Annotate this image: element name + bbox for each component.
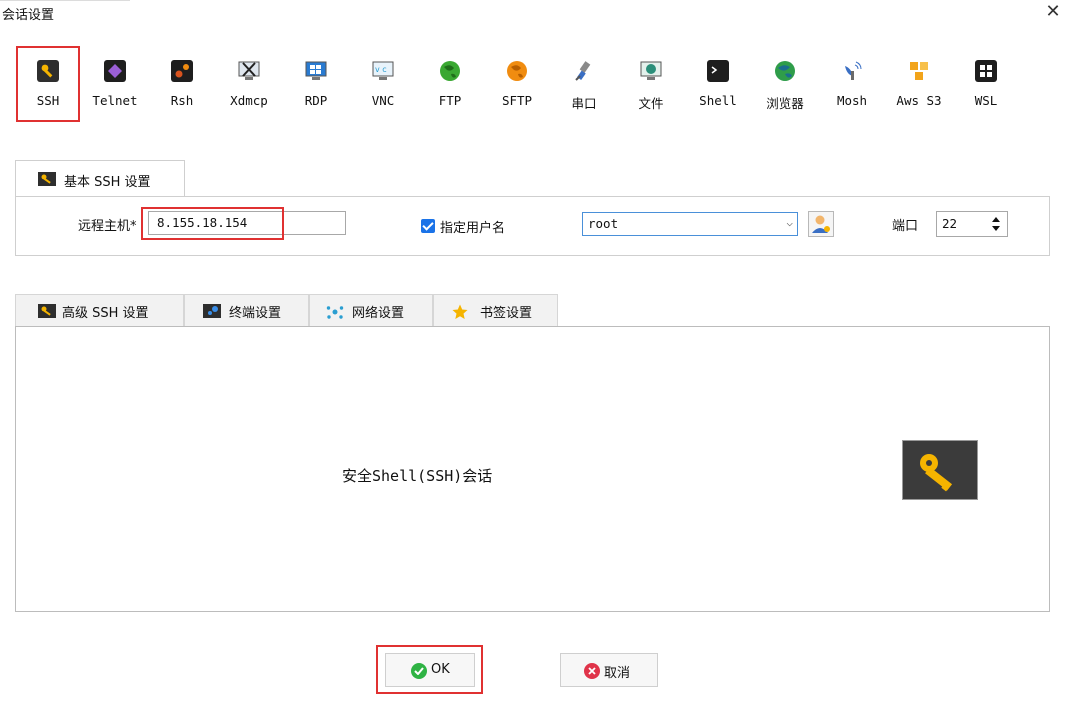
tab-advanced-ssh-settings[interactable]: 高级 SSH 设置 [15, 294, 184, 327]
protocol-ftp[interactable]: FTP [418, 46, 482, 122]
terminal-icon [707, 60, 729, 82]
key-icon [37, 60, 59, 82]
title-bar-accent [0, 0, 130, 1]
user-icon [812, 215, 830, 233]
close-icon: ✕ [1045, 1, 1061, 22]
tab-terminal-settings[interactable]: 终端设置 [184, 294, 309, 327]
specify-username-checkbox[interactable] [421, 219, 435, 233]
protocol-ssh[interactable]: SSH [16, 46, 80, 122]
serial-plug-icon [575, 61, 591, 81]
satellite-icon [845, 61, 862, 80]
protocol-aws-s3[interactable]: Aws S3 [887, 46, 951, 122]
protocol-selector: SSH Telnet Rsh Xdmcp RDP v c VNC FTP SFT… [14, 46, 1054, 124]
tab-network-settings[interactable]: 网络设置 [309, 294, 433, 327]
aws-cubes-icon [910, 62, 928, 80]
protocol-rdp[interactable]: RDP [284, 46, 348, 122]
key-icon [920, 454, 953, 492]
rdp-icon [305, 61, 327, 80]
close-button[interactable]: ✕ [1040, 0, 1066, 24]
ssh-key-illustration [902, 440, 978, 500]
protocol-mosh[interactable]: Mosh [820, 46, 884, 122]
network-icon [326, 306, 344, 319]
telnet-icon [104, 60, 126, 82]
protocol-sftp[interactable]: SFTP [485, 46, 549, 122]
username-select[interactable]: root ⌵ [582, 212, 798, 236]
xdmcp-icon [238, 61, 260, 80]
tab-basic-ssh-settings[interactable]: 基本 SSH 设置 [15, 160, 185, 196]
remote-host-label: 远程主机* [78, 219, 137, 234]
protocol-shell[interactable]: Shell [686, 46, 750, 122]
session-description: 安全Shell(SSH)会话 [342, 467, 493, 485]
vnc-icon: v c [372, 61, 394, 80]
key-icon [38, 304, 56, 318]
port-label: 端口 [892, 219, 919, 234]
protocol-rsh[interactable]: Rsh [150, 46, 214, 122]
cancel-button[interactable]: 取消 [560, 653, 658, 687]
protocol-telnet[interactable]: Telnet [83, 46, 147, 122]
key-icon [38, 172, 56, 186]
browser-globe-icon [775, 61, 795, 81]
protocol-browser[interactable]: 浏览器 [753, 46, 817, 122]
chevron-down-icon: ⌵ [786, 216, 793, 229]
x-mark-icon [588, 667, 596, 675]
tab-label: 基本 SSH 设置 [64, 175, 151, 190]
windows-icon [975, 60, 997, 82]
check-mark-icon [414, 667, 424, 675]
svg-text:v c: v c [375, 65, 387, 74]
port-spinner-icon[interactable] [988, 213, 1004, 235]
file-monitor-icon [640, 61, 662, 80]
ftp-globe-icon [440, 61, 460, 81]
title-bar: 会话设置 ✕ [0, 0, 1067, 26]
remote-host-input[interactable]: 8.155.18.154 [148, 211, 346, 235]
sftp-globe-icon [507, 61, 527, 81]
protocol-serial[interactable]: 串口 [552, 46, 616, 122]
protocol-file[interactable]: 文件 [619, 46, 683, 122]
ok-button[interactable]: OK [385, 653, 475, 687]
username-value: root [588, 216, 619, 231]
terminal-settings-icon [203, 304, 221, 318]
protocol-vnc[interactable]: v c VNC [351, 46, 415, 122]
tab-bookmark-settings[interactable]: 书签设置 [433, 294, 558, 327]
rsh-icon [171, 60, 193, 82]
star-icon [452, 304, 468, 319]
protocol-xdmcp[interactable]: Xdmcp [217, 46, 281, 122]
advanced-settings-panel [15, 326, 1050, 612]
window-title: 会话设置 [2, 8, 55, 23]
protocol-wsl[interactable]: WSL [954, 46, 1018, 122]
specify-username-label: 指定用户名 [440, 221, 506, 236]
user-manager-button[interactable] [808, 211, 834, 237]
